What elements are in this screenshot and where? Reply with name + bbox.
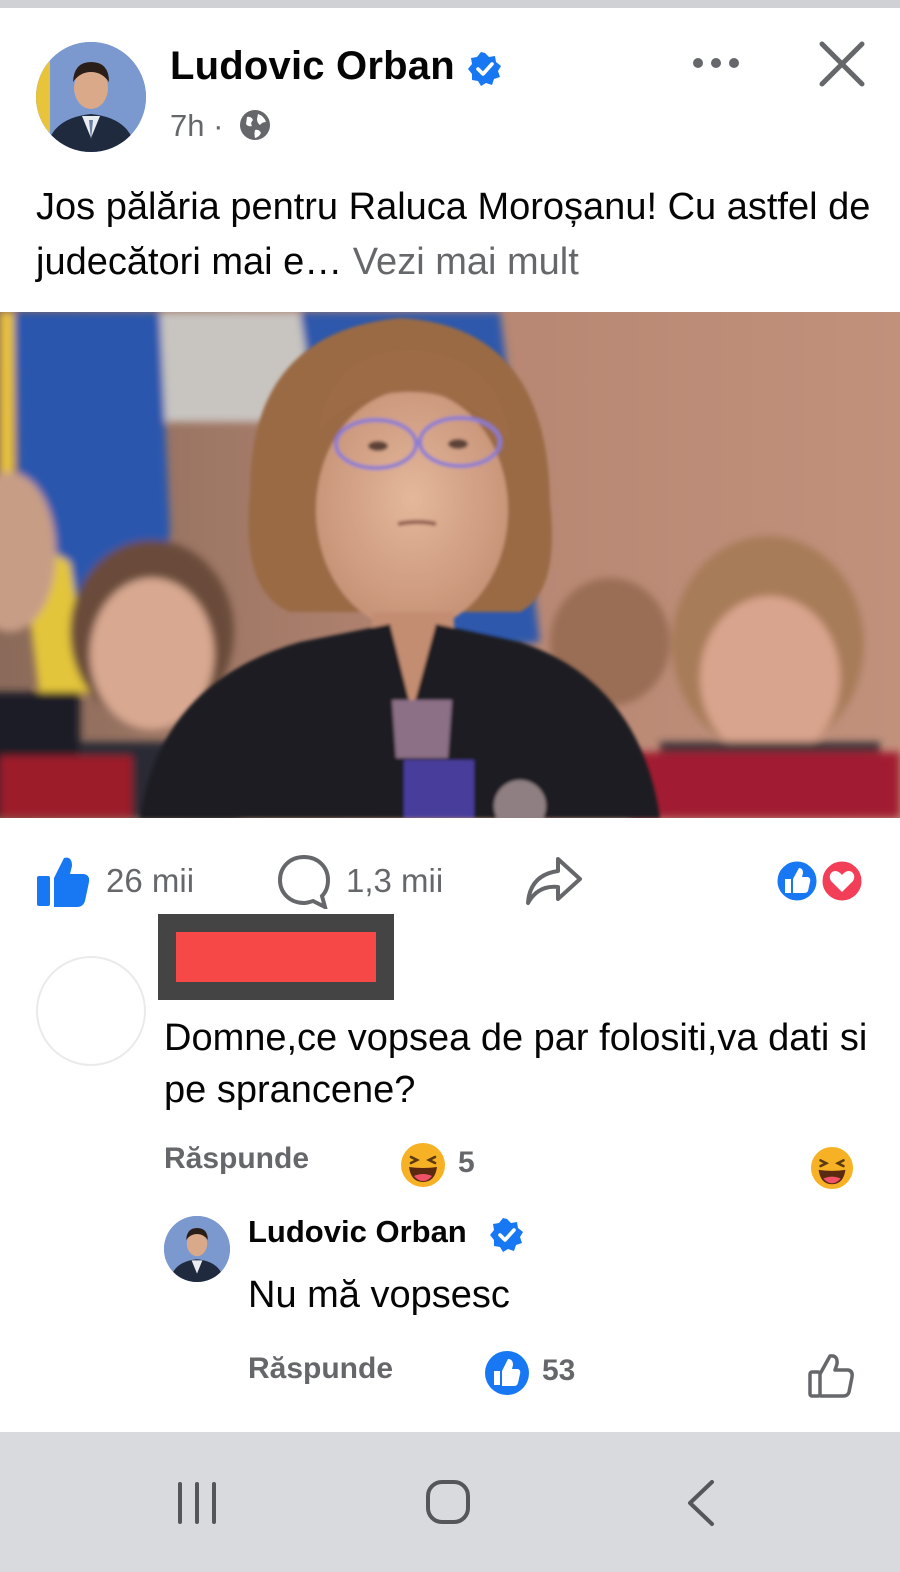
status-strip (0, 0, 900, 8)
reply-reaction-count: 53 (542, 1354, 576, 1387)
author-avatar[interactable] (36, 42, 146, 152)
reply-like-button[interactable] (806, 1350, 856, 1400)
verified-badge-icon (490, 1218, 524, 1252)
love-icon (819, 858, 865, 904)
reaction-summary[interactable] (774, 858, 868, 904)
close-icon (819, 41, 865, 87)
more-icon (693, 58, 739, 68)
author-name[interactable]: Ludovic Orban (170, 44, 455, 89)
post-timestamp: 7h · (170, 108, 223, 144)
nav-recent-button[interactable] (172, 1480, 222, 1526)
more-options-button[interactable] (688, 44, 748, 84)
like-outline-icon (808, 1354, 854, 1398)
like-icon (484, 1350, 530, 1396)
haha-icon (810, 1146, 854, 1190)
haha-react-button[interactable] (810, 1146, 854, 1190)
reply-text: Nu mă vopsesc (248, 1274, 510, 1316)
nav-back-icon (688, 1480, 714, 1526)
close-button[interactable] (816, 38, 868, 90)
haha-icon (400, 1142, 446, 1188)
time-separator: · (213, 108, 224, 143)
comment-text: Domne,ce vopsea de par folositi,va dati … (164, 1017, 868, 1111)
reply-author-avatar[interactable] (164, 1216, 230, 1282)
like-icon (37, 857, 90, 907)
redacted-commenter-name (176, 932, 376, 982)
share-button[interactable] (524, 850, 584, 912)
nav-back-button[interactable] (680, 1478, 720, 1528)
globe-icon (238, 108, 272, 142)
like-icon (774, 858, 820, 904)
post-text: Jos pălăria pentru Raluca Moroșanu! Cu a… (36, 180, 876, 290)
post-time[interactable]: 7h (170, 108, 204, 143)
reply-button[interactable]: Răspunde (164, 1142, 309, 1176)
nav-home-icon (426, 1480, 470, 1524)
post-photo[interactable] (0, 312, 900, 818)
reply-author-name[interactable]: Ludovic Orban (248, 1214, 467, 1250)
verified-badge-icon (468, 52, 502, 86)
like-count: 26 mii (106, 862, 195, 899)
like-button[interactable]: 26 mii (34, 850, 194, 912)
nav-recent-icon (178, 1482, 216, 1524)
comment-count: 1,3 mii (346, 862, 444, 899)
nav-home-button[interactable] (424, 1478, 472, 1526)
comment-button[interactable]: 1,3 mii (276, 850, 443, 912)
see-more-link[interactable]: Vezi mai mult (342, 241, 579, 283)
commenter-avatar[interactable] (36, 956, 146, 1066)
reply-button[interactable]: Răspunde (248, 1352, 393, 1386)
comment-icon (277, 854, 331, 909)
comment-reaction-count: 5 (458, 1146, 475, 1179)
share-icon (526, 857, 582, 905)
